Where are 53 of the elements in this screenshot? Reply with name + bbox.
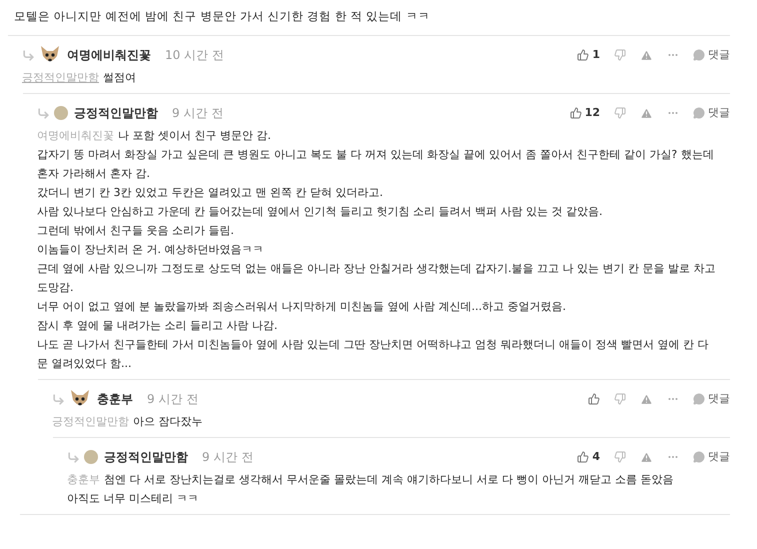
reply-button[interactable]: 댓글: [693, 391, 730, 408]
like-button[interactable]: 4: [577, 449, 600, 466]
author-name[interactable]: 충훈부: [97, 390, 133, 408]
comment-text: 그런데 밖에서 친구들 웃음 소리가 들림.: [37, 223, 235, 240]
like-button[interactable]: [588, 393, 600, 406]
comment-text: 모텔은 아니지만 예전에 밤에 친구 병문안 가서 신기한 경험 한 적 있는데 ㅋㅋ: [13, 8, 431, 25]
warning-icon[interactable]: [640, 392, 653, 406]
comment-text: 충훈부 첨엔 다 서로 장난치는걸로 생각해서 무서운줄 몰랐는데 계속 얘기하다보니 서로 다 뻥이 아닌거 깨닫고 소름 돋았음: [67, 472, 674, 488]
comment-text: 이놈들이 장난치러 온 거. 예상하던바였음ㅋㅋ: [37, 242, 264, 258]
thumbs-down-icon[interactable]: [614, 107, 626, 120]
comment-text: 나도 곧 나가서 친구들한테 가서 미친놈들아 옆에 사람 있는데 그딴 장난치면 어떡하냐고 엄청 뭐라했더니 애들이 정색 빨면서 옆에 칸 다 문 열려있었다 함...: [37, 337, 710, 372]
thumbs-up-icon: [577, 49, 590, 62]
reply-button[interactable]: 댓글: [693, 105, 730, 122]
comment-text: 여명에비춰진꽃 나 포함 셋이서 친구 병문안 감.: [37, 128, 272, 144]
thumbs-up-icon: [577, 451, 590, 464]
comment-time: 9 시간 전: [202, 449, 254, 466]
comment-text: 잠시 후 옆에 물 내려가는 소리 들리고 사람 나감.: [37, 318, 278, 334]
speech-bubble-icon: [693, 49, 705, 62]
reply-arrow-icon: [37, 106, 50, 120]
author-name[interactable]: 긍정적인말만함: [74, 104, 158, 122]
speech-bubble-icon: [693, 451, 705, 464]
reply-arrow-icon: [52, 392, 65, 406]
like-button[interactable]: 1: [577, 47, 600, 64]
comment-text: 근데 옆에 사람 있으니까 그정도로 상도덕 없는 애들은 아니라 장난 안칠거라 생각했는데 갑자기.불을 끄고 나 있는 변기 칸 문을 발로 차고 도망감.: [37, 261, 716, 296]
reply-arrow-icon: [22, 48, 35, 62]
reply-button[interactable]: 댓글: [693, 47, 730, 64]
comment-text: 갔더니 변기 칸 3칸 있었고 두칸은 열려있고 맨 왼쪽 칸 닫혀 있더라고.: [37, 185, 384, 202]
thumbs-up-icon: [570, 107, 582, 120]
avatar-icon: [54, 106, 68, 120]
warning-icon[interactable]: [640, 450, 653, 464]
author-name[interactable]: 긍정적인말만함: [104, 448, 188, 466]
comment-text: 긍정적인말만함 썰점여: [22, 70, 137, 86]
warning-icon[interactable]: [640, 106, 653, 120]
speech-bubble-icon: [693, 107, 705, 120]
reply-button[interactable]: 댓글: [693, 449, 730, 466]
speech-bubble-icon: [693, 393, 705, 406]
author-name[interactable]: 여명에비춰진꽃: [67, 46, 151, 64]
comment-time: 9 시간 전: [147, 391, 198, 408]
comment-text: 사람 있나보다 안심하고 가운데 칸 들어갔는데 옆에서 인기척 들리고 헛기침 소리 들려서 백퍼 사람 있는 것 같았음.: [37, 204, 604, 220]
thumbs-up-icon: [588, 393, 600, 406]
comment-time: 10 시간 전: [165, 47, 224, 64]
avatar-icon: [84, 450, 98, 464]
comment-text: 아직도 너무 미스테리 ㅋㅋ: [67, 491, 200, 508]
comment-text: 너무 어이 없고 옆에 분 놀랐을까봐 죄송스러워서 나지막하게 미친놈들 옆에 사람 계신데...하고 중얼거렸음.: [37, 299, 567, 316]
thumbs-down-icon[interactable]: [614, 451, 626, 464]
comment-text: 갑자기 똥 마려서 화장실 가고 싶은데 큰 병원도 아니고 복도 불 다 꺼져 있는데 화장실 끝에 있어서 좀 쫄아서 친구한테 같이 가실? 했는데 혼자 가라해서 혼자 감.: [37, 147, 715, 182]
reply-arrow-icon: [67, 450, 80, 464]
like-button[interactable]: 12: [570, 105, 600, 122]
comment-text: 긍정적인말만함 아으 잠다잤누: [52, 414, 204, 430]
warning-icon[interactable]: [640, 48, 653, 62]
thumbs-down-icon[interactable]: [614, 393, 626, 406]
thumbs-down-icon[interactable]: [614, 49, 626, 62]
comment-time: 9 시간 전: [172, 105, 224, 122]
